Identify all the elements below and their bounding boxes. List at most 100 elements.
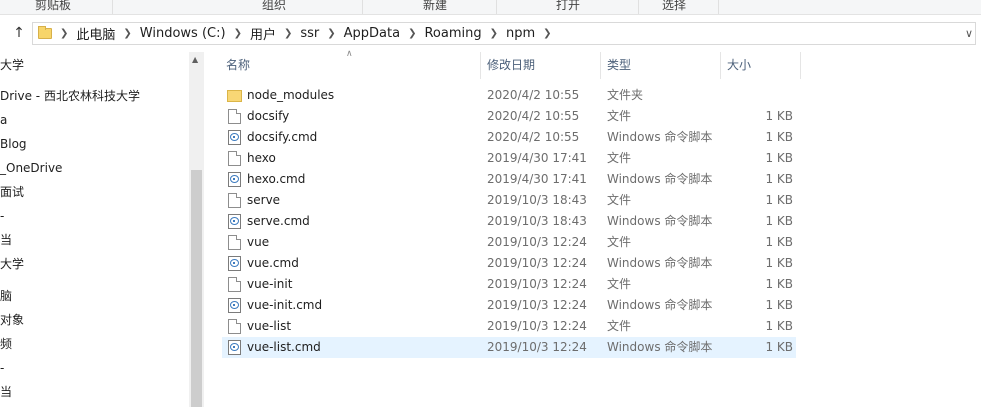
- chevron-right-icon[interactable]: ❯: [408, 28, 416, 39]
- file-size: 1 KB: [765, 193, 793, 207]
- file-name: serve: [247, 193, 281, 207]
- chevron-right-icon[interactable]: ❯: [490, 28, 498, 39]
- nav-item[interactable]: 大学: [0, 57, 24, 73]
- file-size: 1 KB: [765, 319, 793, 333]
- file-row[interactable]: serve 2019/10/3 18:43 文件 1 KB: [222, 190, 796, 211]
- chevron-right-icon[interactable]: ❯: [284, 28, 292, 39]
- column-header-size[interactable]: 大小: [727, 52, 751, 79]
- file-type: Windows 命令脚本: [607, 214, 713, 228]
- chevron-right-icon[interactable]: ❯: [543, 28, 551, 39]
- breadcrumb-users[interactable]: 用户: [250, 24, 276, 43]
- nav-item[interactable]: 大学: [0, 256, 24, 272]
- file-row[interactable]: node_modules 2020/4/2 10:55 文件夹: [222, 85, 796, 106]
- file-icon: [228, 151, 241, 166]
- nav-scrollbar-thumb[interactable]: [191, 170, 202, 407]
- file-type: 文件: [607, 151, 632, 165]
- breadcrumb-npm[interactable]: npm: [506, 26, 535, 41]
- file-icon: [228, 235, 241, 250]
- nav-item[interactable]: _OneDrive: [0, 160, 62, 176]
- file-row[interactable]: vue.cmd 2019/10/3 12:24 Windows 命令脚本 1 KB: [222, 253, 796, 274]
- chevron-right-icon[interactable]: ❯: [327, 28, 335, 39]
- file-modified-date: 2019/10/3 12:24: [487, 256, 587, 270]
- address-bar[interactable]: ❯ 此电脑 ❯ Windows (C:) ❯ 用户 ❯ ssr ❯ AppDat…: [32, 22, 976, 45]
- nav-item[interactable]: a: [0, 112, 7, 128]
- cmd-file-icon: [228, 298, 241, 313]
- folder-icon: [38, 26, 52, 39]
- file-row[interactable]: vue-list 2019/10/3 12:24 文件 1 KB: [222, 316, 796, 337]
- file-type: 文件: [607, 277, 632, 291]
- file-type: Windows 命令脚本: [607, 172, 713, 186]
- breadcrumb-roaming[interactable]: Roaming: [424, 26, 481, 41]
- file-row[interactable]: hexo.cmd 2019/4/30 17:41 Windows 命令脚本 1 KB: [222, 169, 796, 190]
- file-row[interactable]: hexo 2019/4/30 17:41 文件 1 KB: [222, 148, 796, 169]
- file-name: hexo: [247, 151, 276, 165]
- file-name: serve.cmd: [247, 214, 310, 228]
- file-type: Windows 命令脚本: [607, 340, 713, 354]
- nav-item[interactable]: 脑: [0, 288, 12, 304]
- file-name: docsify.cmd: [247, 130, 318, 144]
- file-size: 1 KB: [765, 298, 793, 312]
- column-divider[interactable]: [800, 52, 801, 79]
- breadcrumb-ssr[interactable]: ssr: [300, 26, 319, 41]
- nav-item[interactable]: 面试: [0, 184, 24, 200]
- file-type: 文件: [607, 109, 632, 123]
- file-row[interactable]: serve.cmd 2019/10/3 18:43 Windows 命令脚本 1 KB: [222, 211, 796, 232]
- breadcrumb-this-pc[interactable]: 此电脑: [76, 24, 115, 43]
- file-row[interactable]: vue-list.cmd 2019/10/3 12:24 Windows 命令脚本 1…: [222, 337, 796, 358]
- up-arrow-icon[interactable]: ↑: [10, 24, 28, 42]
- chevron-right-icon[interactable]: ❯: [123, 28, 131, 39]
- ribbon-separator: [638, 0, 639, 14]
- file-row[interactable]: vue-init 2019/10/3 12:24 文件 1 KB: [222, 274, 796, 295]
- ribbon-group-labels: 剪贴板 组织 新建 打开 选择: [0, 0, 981, 15]
- file-modified-date: 2019/10/3 12:24: [487, 298, 587, 312]
- file-type: 文件: [607, 235, 632, 249]
- file-type: 文件夹: [607, 88, 644, 102]
- file-modified-date: 2019/4/30 17:41: [487, 151, 587, 165]
- cmd-file-icon: [228, 256, 241, 271]
- file-icon: [228, 319, 241, 334]
- breadcrumb-drive-c[interactable]: Windows (C:): [140, 26, 226, 41]
- file-icon: [228, 277, 241, 292]
- file-name: docsify: [247, 109, 290, 123]
- file-row[interactable]: vue-init.cmd 2019/10/3 12:24 Windows 命令脚本 1…: [222, 295, 796, 316]
- file-size: 1 KB: [765, 235, 793, 249]
- column-divider[interactable]: [480, 52, 481, 79]
- nav-item[interactable]: 当: [0, 384, 12, 400]
- file-type: Windows 命令脚本: [607, 130, 713, 144]
- file-size: 1 KB: [765, 109, 793, 123]
- file-modified-date: 2020/4/2 10:55: [487, 109, 580, 123]
- ribbon-separator: [112, 0, 113, 14]
- file-type: 文件: [607, 193, 632, 207]
- nav-item[interactable]: 频: [0, 336, 12, 352]
- sort-ascending-icon: ∧: [346, 49, 353, 59]
- nav-item[interactable]: -: [0, 360, 4, 376]
- breadcrumb-appdata[interactable]: AppData: [344, 26, 400, 41]
- file-name: vue-init: [247, 277, 293, 291]
- nav-scrollbar[interactable]: ▲: [189, 52, 204, 407]
- file-type: 文件: [607, 319, 632, 333]
- column-divider[interactable]: [600, 52, 601, 79]
- nav-item[interactable]: 对象: [0, 312, 24, 328]
- chevron-right-icon[interactable]: ❯: [234, 28, 242, 39]
- column-header-type[interactable]: 类型: [607, 52, 631, 79]
- file-row[interactable]: docsify 2020/4/2 10:55 文件 1 KB: [222, 106, 796, 127]
- file-modified-date: 2019/10/3 12:24: [487, 235, 587, 249]
- column-header-date[interactable]: 修改日期: [487, 52, 535, 79]
- nav-item[interactable]: -: [0, 208, 4, 224]
- file-size: [733, 85, 793, 106]
- ribbon-group-new: 新建: [423, 0, 448, 12]
- nav-item[interactable]: Blog: [0, 136, 27, 152]
- column-header-name[interactable]: 名称: [226, 52, 250, 79]
- file-modified-date: 2019/10/3 12:24: [487, 340, 587, 354]
- scroll-up-arrow-icon[interactable]: ▲: [192, 55, 198, 64]
- column-divider[interactable]: [720, 52, 721, 79]
- file-modified-date: 2020/4/2 10:55: [487, 130, 580, 144]
- chevron-down-icon[interactable]: ∨: [965, 27, 973, 40]
- nav-item[interactable]: 当: [0, 232, 12, 248]
- file-size: 1 KB: [765, 256, 793, 270]
- file-row[interactable]: docsify.cmd 2020/4/2 10:55 Windows 命令脚本 1 K…: [222, 127, 796, 148]
- file-row[interactable]: vue 2019/10/3 12:24 文件 1 KB: [222, 232, 796, 253]
- nav-item[interactable]: Drive - 西北农林科技大学: [0, 88, 140, 104]
- ribbon-separator: [718, 0, 719, 14]
- address-row: ↑ ❯ 此电脑 ❯ Windows (C:) ❯ 用户 ❯ ssr ❯ AppD…: [0, 20, 981, 47]
